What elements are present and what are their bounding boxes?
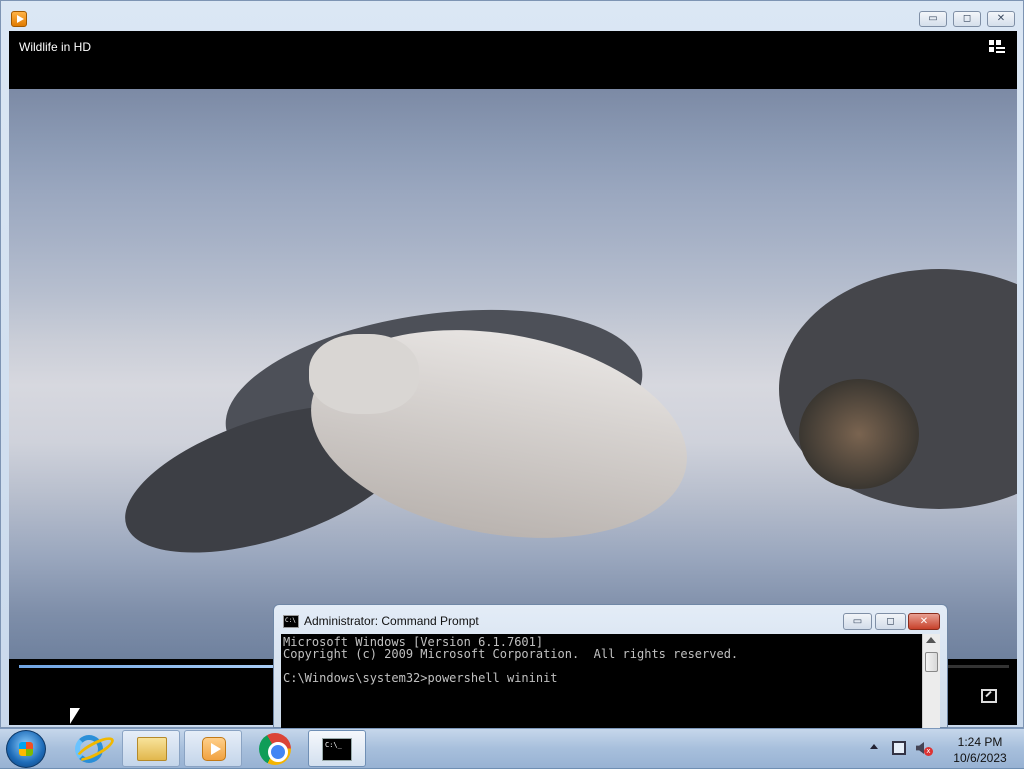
taskbar-media-player[interactable] (184, 730, 242, 767)
vertical-scrollbar[interactable] (922, 634, 940, 729)
ie-icon (75, 735, 103, 763)
volume-icon[interactable] (916, 742, 924, 754)
close-button[interactable]: ✕ (908, 613, 940, 630)
mute-indicator-icon: x (924, 747, 933, 756)
taskbar-chrome[interactable] (246, 730, 304, 767)
media-player-titlebar[interactable]: ▭ ◻ ✕ (1, 1, 1023, 31)
command-prompt-window: C:\ Administrator: Command Prompt ▭ ◻ ✕ … (273, 604, 948, 729)
video-frame[interactable] (9, 89, 1017, 659)
media-player-icon (11, 11, 27, 27)
seal-image (799, 379, 919, 489)
network-icon[interactable] (892, 741, 906, 755)
mouse-cursor-icon (70, 708, 80, 724)
console-output[interactable]: Microsoft Windows [Version 6.1.7601] Cop… (281, 634, 922, 729)
clock-time: 1:24 PM (957, 735, 1003, 749)
close-button[interactable]: ✕ (987, 11, 1015, 27)
media-player-header: Wildlife in HD (9, 31, 1017, 89)
console-line: Copyright (c) 2009 Microsoft Corporation… (283, 647, 739, 661)
chrome-icon (259, 733, 291, 765)
scrollbar-thumb[interactable] (925, 652, 938, 672)
taskbar: C:\_ x 1:24 PM 10/6/2023 (0, 728, 1024, 768)
seal-image (309, 334, 419, 414)
cmd-icon: C:\_ (322, 738, 352, 761)
fullscreen-icon[interactable] (981, 689, 997, 703)
switch-to-library-icon[interactable] (989, 40, 1005, 54)
show-hidden-icons-icon[interactable] (870, 744, 878, 749)
folder-icon (137, 737, 167, 761)
taskbar-command-prompt[interactable]: C:\_ (308, 730, 366, 767)
maximize-button[interactable]: ◻ (953, 11, 981, 27)
taskbar-windows-explorer[interactable] (122, 730, 180, 767)
taskbar-internet-explorer[interactable] (60, 730, 118, 767)
start-button[interactable] (6, 730, 46, 768)
seek-bar-progress (19, 665, 277, 668)
media-player-icon (202, 737, 226, 761)
system-tray: x 1:24 PM 10/6/2023 (864, 729, 1024, 769)
console-line: C:\Windows\system32>powershell wininit (283, 671, 558, 685)
scroll-up-icon[interactable] (926, 637, 936, 643)
clock[interactable]: 1:24 PM 10/6/2023 (940, 734, 1020, 766)
media-title: Wildlife in HD (19, 40, 92, 54)
cmd-icon: C:\ (283, 615, 299, 628)
window-title: Administrator: Command Prompt (304, 614, 479, 628)
clock-date: 10/6/2023 (953, 751, 1007, 765)
maximize-button[interactable]: ◻ (875, 613, 906, 630)
minimize-button[interactable]: ▭ (919, 11, 947, 27)
minimize-button[interactable]: ▭ (843, 613, 872, 630)
